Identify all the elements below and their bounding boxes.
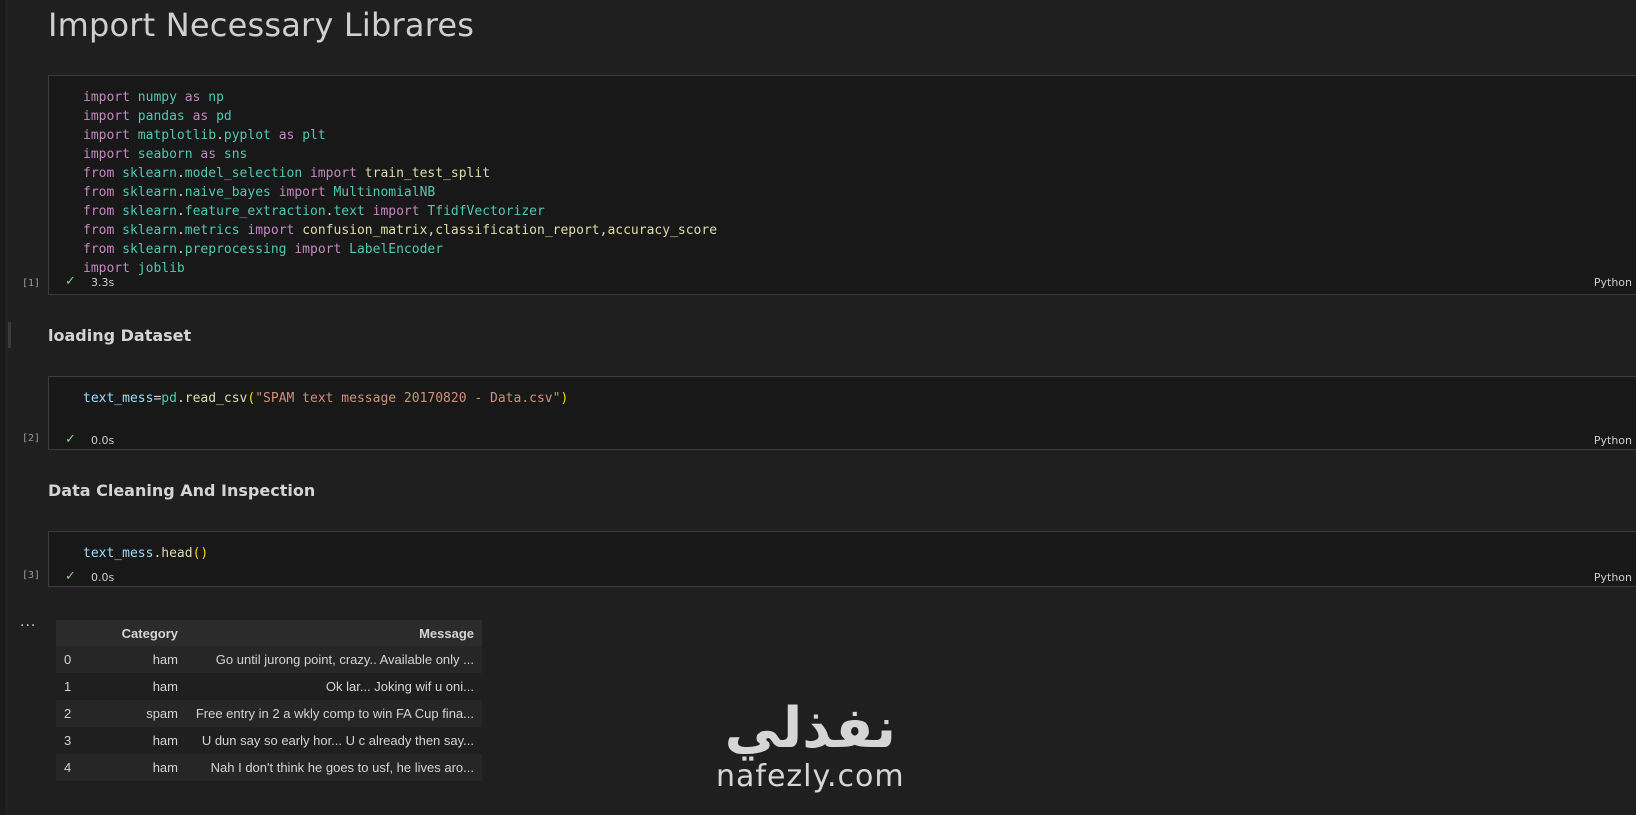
code-line: from sklearn.metrics import confusion_ma… — [83, 223, 718, 238]
code-editor[interactable]: text_mess=pd.read_csv("SPAM text message… — [83, 389, 568, 408]
cell-message: Ok lar... Joking wif u oni... — [186, 673, 482, 700]
check-icon: ✓ — [65, 432, 76, 447]
cell-message: Nah I don't think he goes to usf, he liv… — [186, 754, 482, 781]
code-line: import seaborn as sns — [83, 147, 248, 162]
code-line: text_mess=pd.read_csv("SPAM text message… — [83, 391, 569, 406]
code-line: from sklearn.model_selection import trai… — [83, 166, 491, 181]
execution-count: [3] — [22, 570, 41, 581]
code-editor[interactable]: import numpy as np import pandas as pd imp… — [83, 88, 717, 278]
code-cell-3[interactable]: text_mess.head() ✓ 0.0s Python — [48, 531, 1636, 587]
dataframe-output: Category Message 0 ham Go until jurong p… — [56, 620, 482, 781]
cell-status: ✓ 3.3s Python — [49, 274, 1636, 292]
row-index: 3 — [56, 727, 94, 754]
code-editor[interactable]: text_mess.head() — [83, 544, 208, 563]
markdown-title: Import Necessary Librares — [48, 6, 475, 44]
table-header-message: Message — [186, 620, 482, 646]
markdown-heading-cleaning: Data Cleaning And Inspection — [48, 481, 316, 500]
code-line: from sklearn.feature_extraction.text imp… — [83, 204, 545, 219]
code-line: import pandas as pd — [83, 109, 232, 124]
execution-count: [1] — [22, 278, 41, 289]
code-line: import numpy as np — [83, 90, 224, 105]
table-row: 2 spam Free entry in 2 a wkly comp to wi… — [56, 700, 482, 727]
execution-time: 0.0s — [91, 434, 115, 447]
watermark-logo: نفذلي nafezly.com — [716, 698, 905, 794]
watermark-arabic: نفذلي — [724, 696, 896, 761]
language-picker[interactable]: Python — [1594, 434, 1632, 447]
cell-category: ham — [94, 646, 186, 673]
cell-message: U dun say so early hor... U c already th… — [186, 727, 482, 754]
check-icon: ✓ — [65, 274, 76, 289]
cell-status: ✓ 0.0s Python — [49, 432, 1636, 450]
code-line: from sklearn.preprocessing import LabelE… — [83, 242, 444, 257]
cell-message: Go until jurong point, crazy.. Available… — [186, 646, 482, 673]
cell-category: ham — [94, 727, 186, 754]
table-header-row: Category Message — [56, 620, 482, 646]
row-index: 2 — [56, 700, 94, 727]
cell-category: ham — [94, 673, 186, 700]
row-index: 4 — [56, 754, 94, 781]
language-picker[interactable]: Python — [1594, 571, 1632, 584]
output-actions-icon[interactable]: ··· — [20, 618, 36, 634]
table-header-index — [56, 620, 94, 646]
table-row: 1 ham Ok lar... Joking wif u oni... — [56, 673, 482, 700]
code-cell-2[interactable]: text_mess=pd.read_csv("SPAM text message… — [48, 376, 1636, 450]
cell-status: ✓ 0.0s Python — [49, 569, 1636, 587]
row-index: 1 — [56, 673, 94, 700]
check-icon: ✓ — [65, 569, 76, 584]
code-line: import matplotlib.pyplot as plt — [83, 128, 326, 143]
code-line: from sklearn.naive_bayes import Multinom… — [83, 185, 436, 200]
execution-time: 3.3s — [91, 276, 115, 289]
cell-focus-bar — [8, 322, 11, 348]
execution-time: 0.0s — [91, 571, 115, 584]
cell-message: Free entry in 2 a wkly comp to win FA Cu… — [186, 700, 482, 727]
cell-category: spam — [94, 700, 186, 727]
table-row: 3 ham U dun say so early hor... U c alre… — [56, 727, 482, 754]
row-index: 0 — [56, 646, 94, 673]
watermark-url: nafezly.com — [716, 759, 905, 794]
table-header-category: Category — [94, 620, 186, 646]
markdown-heading-loading: loading Dataset — [48, 326, 192, 345]
code-cell-1[interactable]: import numpy as np import pandas as pd imp… — [48, 75, 1636, 295]
notebook-gutter — [0, 0, 7, 815]
execution-count: [2] — [22, 433, 41, 444]
language-picker[interactable]: Python — [1594, 276, 1632, 289]
cell-category: ham — [94, 754, 186, 781]
table-row: 0 ham Go until jurong point, crazy.. Ava… — [56, 646, 482, 673]
table-row: 4 ham Nah I don't think he goes to usf, … — [56, 754, 482, 781]
code-line: text_mess.head() — [83, 546, 209, 561]
